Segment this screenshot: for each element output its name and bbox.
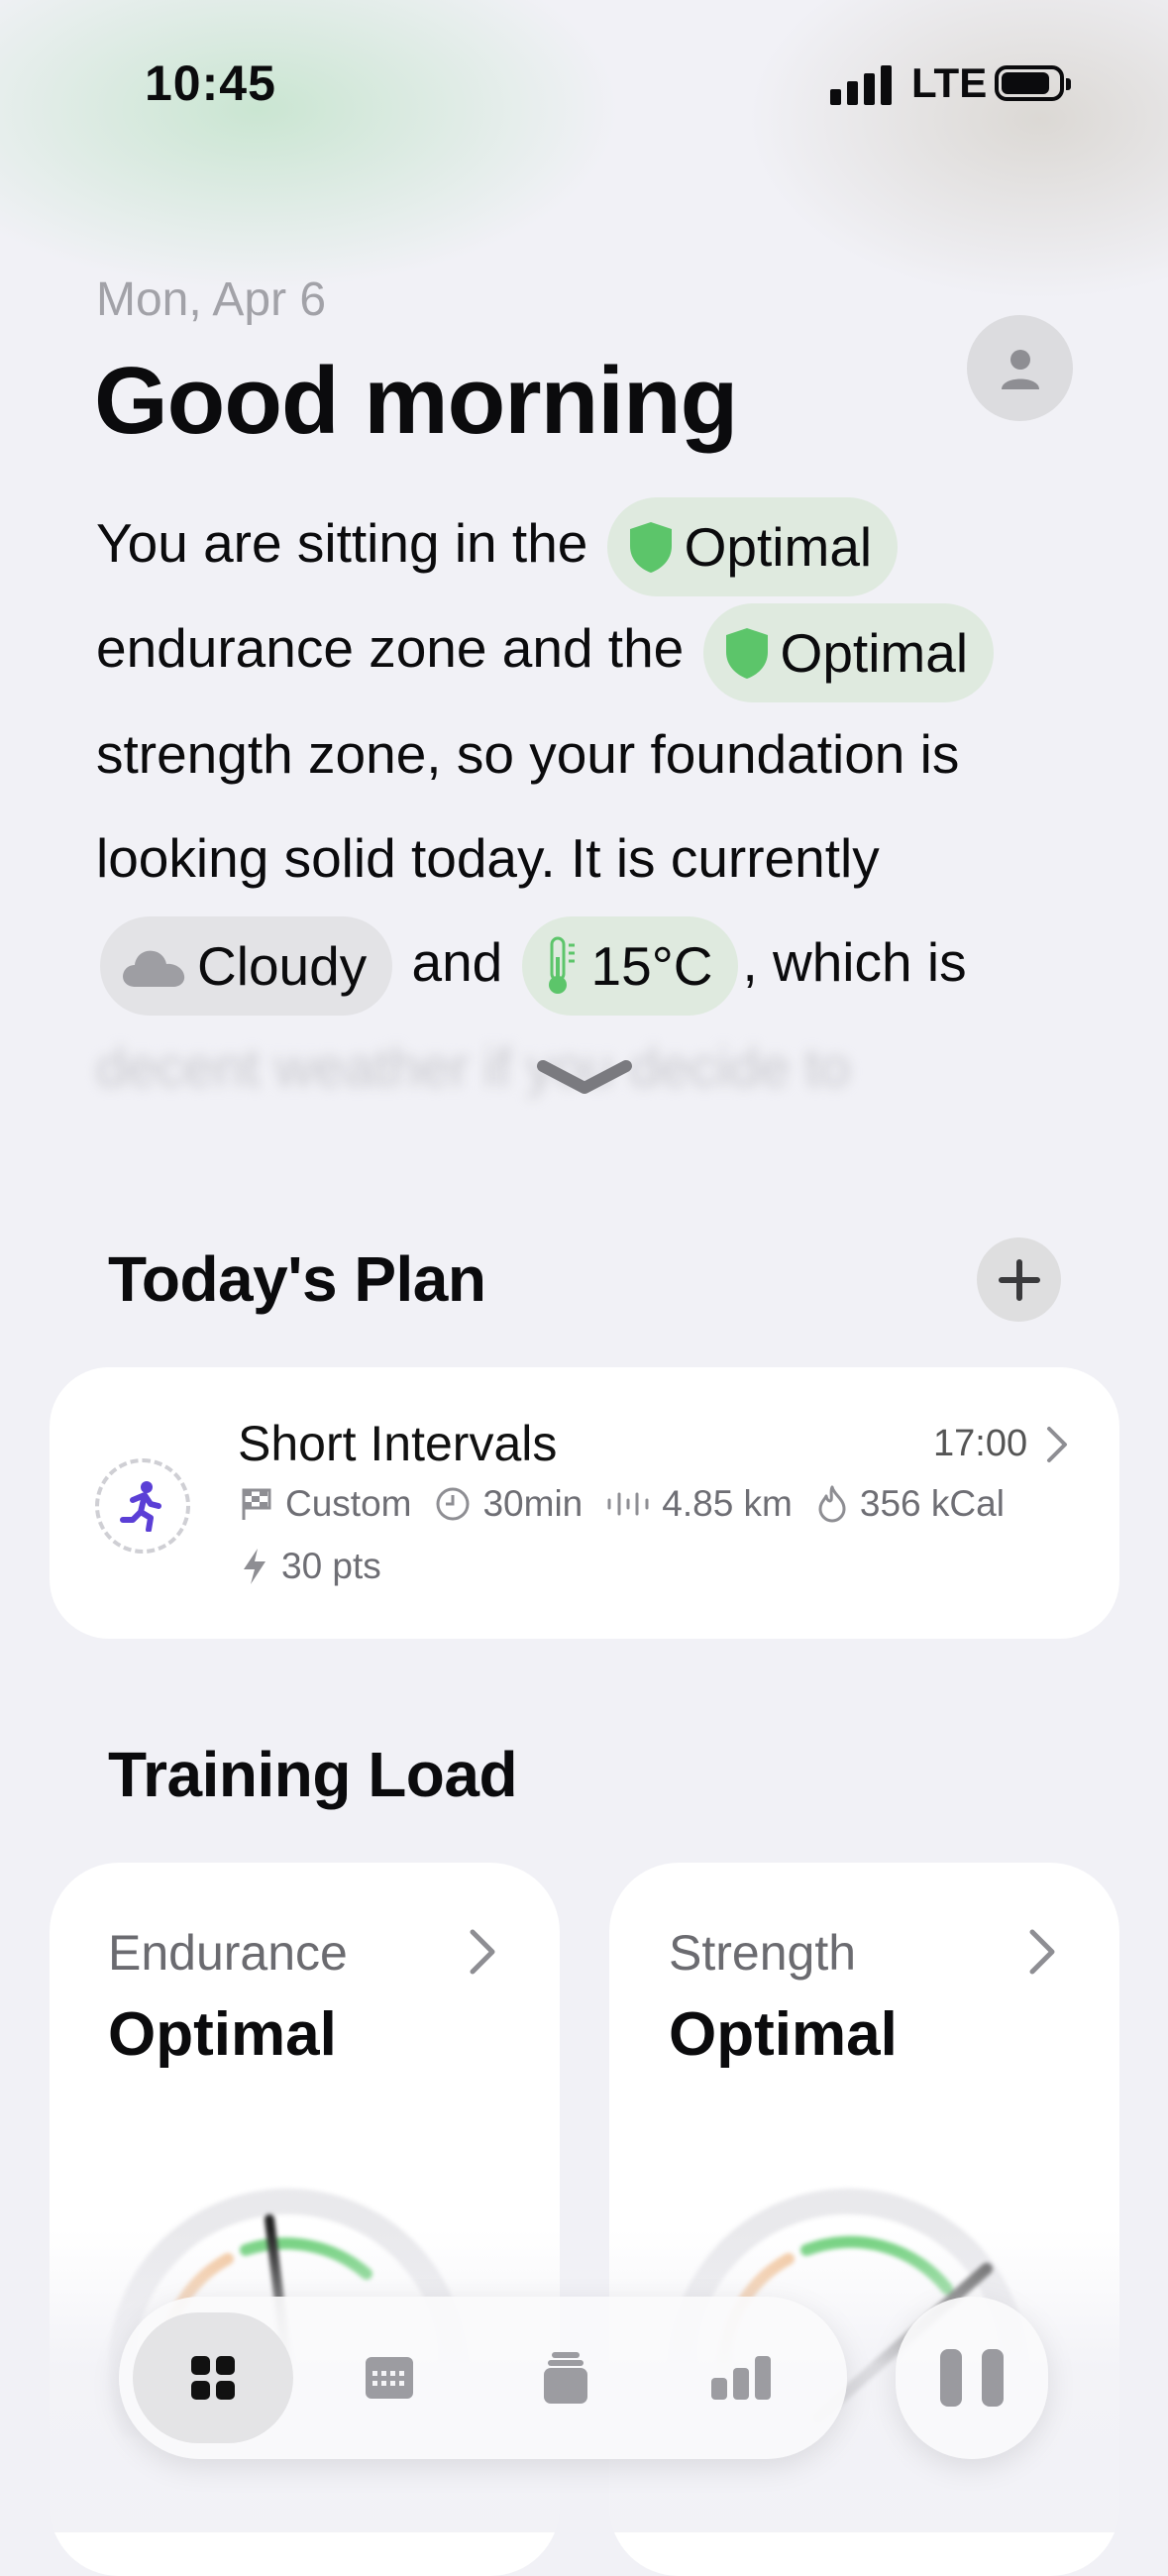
avatar[interactable] bbox=[967, 315, 1073, 421]
cloud-icon bbox=[120, 943, 187, 989]
chevron-right-icon bbox=[470, 1929, 495, 1975]
distance-icon bbox=[607, 1492, 649, 1516]
shield-icon bbox=[627, 520, 675, 574]
date-label: Mon, Apr 6 bbox=[96, 273, 327, 326]
flag-icon bbox=[242, 1488, 271, 1520]
section-title-plan: Today's Plan bbox=[108, 1243, 486, 1315]
weather-label: Cloudy bbox=[197, 935, 368, 998]
endurance-zone-label: Optimal bbox=[684, 516, 873, 579]
network-label: LTE bbox=[911, 59, 988, 106]
shield-icon bbox=[723, 626, 771, 680]
chevron-right-icon bbox=[1029, 1929, 1055, 1975]
page-title: Good morning bbox=[94, 348, 738, 454]
workout-points-row: 30 pts bbox=[240, 1546, 381, 1587]
endurance-value: Optimal bbox=[108, 2000, 337, 2069]
summary-text: endurance zone and the bbox=[96, 617, 685, 680]
strength-label: Strength bbox=[669, 1925, 857, 1981]
workout-duration: 30min bbox=[482, 1483, 584, 1524]
dashboard-icon bbox=[191, 2356, 235, 2400]
workout-calories: 356 kCal bbox=[859, 1483, 1005, 1524]
flame-icon bbox=[818, 1485, 846, 1523]
workout-type: Custom bbox=[285, 1483, 412, 1524]
strength-value: Optimal bbox=[669, 2000, 898, 2069]
summary-text: , which is bbox=[742, 930, 967, 993]
endurance-label: Endurance bbox=[108, 1925, 348, 1981]
pause-icon bbox=[940, 2349, 962, 2407]
battery-icon bbox=[995, 65, 1071, 101]
pause-icon bbox=[982, 2349, 1004, 2407]
signal-icon bbox=[830, 63, 892, 105]
person-icon bbox=[1001, 349, 1039, 389]
workout-meta: Custom 30min 4.85 km 356 kCal bbox=[240, 1483, 1005, 1525]
chevron-down-icon[interactable] bbox=[535, 1058, 634, 1108]
summary-text: strength zone, so your foundation is loo… bbox=[96, 722, 960, 889]
add-workout-button[interactable] bbox=[977, 1237, 1061, 1322]
tab-bar bbox=[119, 2297, 847, 2459]
chevron-right-icon bbox=[1047, 1427, 1067, 1462]
tab-dashboard[interactable] bbox=[133, 2312, 293, 2443]
summary-text-faded: decent weather if you decide to bbox=[96, 1036, 851, 1099]
weather-pill[interactable]: Cloudy bbox=[100, 916, 393, 1017]
summary-text: and bbox=[411, 930, 503, 993]
workout-distance: 4.85 km bbox=[662, 1483, 793, 1524]
tab-library[interactable] bbox=[485, 2312, 646, 2443]
status-time: 10:45 bbox=[145, 55, 276, 111]
strength-zone-label: Optimal bbox=[780, 621, 969, 684]
endurance-zone-pill[interactable]: Optimal bbox=[606, 497, 899, 597]
workout-name: Short Intervals bbox=[238, 1416, 558, 1471]
daily-summary: You are sitting in the Optimal endurance… bbox=[96, 491, 1087, 1120]
pause-button[interactable] bbox=[896, 2297, 1048, 2459]
bolt-icon bbox=[244, 1549, 265, 1584]
workout-time: 17:00 bbox=[933, 1423, 1028, 1464]
section-title-training-load: Training Load bbox=[108, 1739, 518, 1810]
calendar-icon bbox=[366, 2357, 413, 2399]
summary-text: You are sitting in the bbox=[96, 512, 588, 574]
temperature-pill[interactable]: 15°C bbox=[521, 916, 739, 1017]
tab-stats[interactable] bbox=[662, 2312, 822, 2443]
library-icon bbox=[544, 2352, 587, 2404]
clock-icon bbox=[436, 1487, 470, 1521]
tab-calendar[interactable] bbox=[309, 2312, 470, 2443]
plus-icon bbox=[998, 1258, 1040, 1301]
workout-points: 30 pts bbox=[281, 1546, 381, 1586]
running-icon bbox=[95, 1458, 190, 1554]
strength-zone-pill[interactable]: Optimal bbox=[702, 602, 995, 702]
stats-icon bbox=[711, 2356, 771, 2400]
thermometer-icon bbox=[542, 935, 582, 997]
temperature-label: 15°C bbox=[590, 935, 713, 998]
